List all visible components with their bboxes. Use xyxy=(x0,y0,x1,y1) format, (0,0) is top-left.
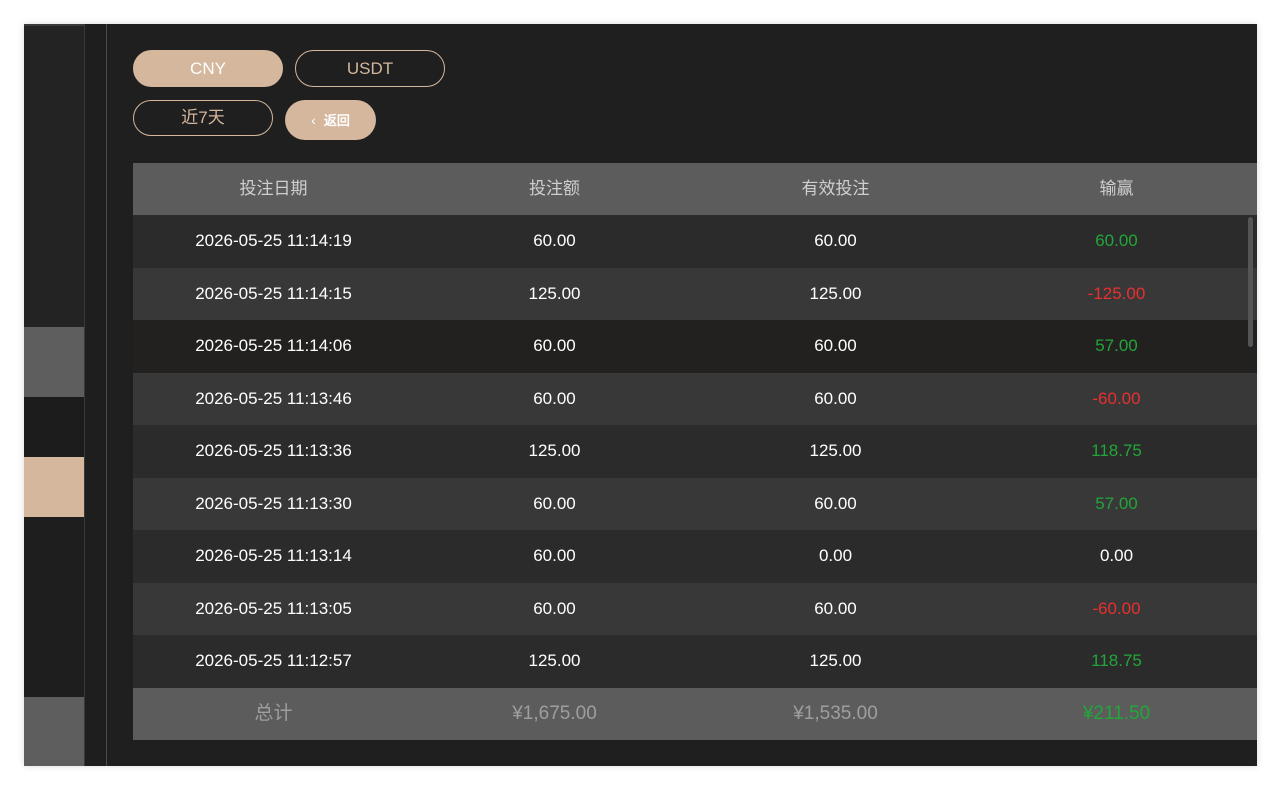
row-date: 2026-05-25 11:14:06 xyxy=(195,336,352,355)
row-winloss: 118.75 xyxy=(1091,651,1142,670)
row-bet: 60.00 xyxy=(533,493,576,513)
totals-bet: ¥1,675.00 xyxy=(512,702,597,724)
row-date: 2026-05-25 11:14:15 xyxy=(195,283,352,303)
totals-valid-bet: ¥1,535.00 xyxy=(793,702,878,724)
row-date: 2026-05-25 11:13:30 xyxy=(195,493,352,513)
row-bet: 60.00 xyxy=(533,336,576,355)
table-row: 2026-05-25 11:13:46 60.00 60.00 -60.00 xyxy=(133,372,1257,425)
sidebar-item[interactable] xyxy=(24,397,84,457)
row-date: 2026-05-25 11:13:05 xyxy=(195,598,352,618)
row-winloss: -60.00 xyxy=(1092,388,1141,408)
date-range-button[interactable]: 近7天 xyxy=(133,100,273,136)
row-date: 2026-05-25 11:14:19 xyxy=(195,231,352,250)
row-date: 2026-05-25 11:12:57 xyxy=(195,651,352,670)
row-bet: 60.00 xyxy=(533,388,576,408)
table-body[interactable]: 2026-05-25 11:14:19 60.00 60.00 60.00 2026-0… xyxy=(133,215,1257,688)
table-row: 2026-05-25 11:13:30 60.00 60.00 57.00 xyxy=(133,477,1257,530)
table-row: 2026-05-25 11:12:57 125.00 125.00 118.75 xyxy=(133,635,1257,688)
panel-divider xyxy=(85,24,107,766)
column-header-winloss: 输赢 xyxy=(1099,179,1134,198)
row-valid-bet: 60.00 xyxy=(814,231,857,250)
row-valid-bet: 60.00 xyxy=(814,493,857,513)
chevron-left-icon: ‹ xyxy=(311,112,316,128)
column-header-valid-bet: 有效投注 xyxy=(801,179,870,198)
row-valid-bet: 60.00 xyxy=(814,598,857,618)
table-scrollbar[interactable] xyxy=(1248,217,1253,347)
row-valid-bet: 60.00 xyxy=(814,388,857,408)
row-date: 2026-05-25 11:13:46 xyxy=(195,388,352,408)
back-button-label: 返回 xyxy=(323,113,350,128)
row-bet: 60.00 xyxy=(533,598,576,618)
row-winloss: -60.00 xyxy=(1092,598,1141,618)
sidebar-section xyxy=(24,517,84,697)
row-winloss: 0.00 xyxy=(1099,546,1134,565)
back-button[interactable]: ‹ 返回 xyxy=(285,100,376,140)
row-bet: 125.00 xyxy=(528,441,581,460)
row-valid-bet: 125.00 xyxy=(809,651,862,670)
row-valid-bet: 60.00 xyxy=(814,336,857,355)
sidebar-item-active[interactable] xyxy=(24,457,84,517)
row-winloss: 57.00 xyxy=(1095,336,1138,355)
sidebar xyxy=(24,24,85,766)
row-date: 2026-05-25 11:13:36 xyxy=(195,441,352,460)
table-row: 2026-05-25 11:13:14 60.00 0.00 0.00 xyxy=(133,530,1257,583)
row-valid-bet: 0.00 xyxy=(818,546,853,565)
row-valid-bet: 125.00 xyxy=(809,283,862,303)
row-valid-bet: 125.00 xyxy=(809,441,862,460)
currency-usdt-button[interactable]: USDT xyxy=(295,50,445,87)
table-row: 2026-05-25 11:14:06 60.00 60.00 57.00 xyxy=(133,320,1257,373)
row-winloss: 57.00 xyxy=(1095,493,1138,513)
app-frame: CNY USDT 近7天 ‹ 返回 投注日期 投注额 有效投注 输赢 2026-0… xyxy=(24,24,1257,766)
table-row: 2026-05-25 11:14:15 125.00 125.00 -125.00 xyxy=(133,267,1257,320)
column-header-date: 投注日期 xyxy=(239,179,308,198)
sidebar-item[interactable] xyxy=(24,327,84,397)
table-footer-totals: 总计 ¥1,675.00 ¥1,535.00 ¥211.50 xyxy=(133,687,1257,740)
sidebar-section xyxy=(24,24,84,327)
table-header: 投注日期 投注额 有效投注 输赢 xyxy=(133,163,1257,215)
row-winloss: 118.75 xyxy=(1091,441,1142,460)
bet-record-table: 投注日期 投注额 有效投注 输赢 2026-05-25 11:14:19 60.0… xyxy=(133,163,1257,740)
row-bet: 60.00 xyxy=(533,231,576,250)
row-winloss: -125.00 xyxy=(1087,283,1146,303)
row-winloss: 60.00 xyxy=(1095,231,1138,250)
row-bet: 60.00 xyxy=(533,546,576,565)
column-header-bet: 投注额 xyxy=(529,179,580,198)
row-bet: 125.00 xyxy=(528,651,581,670)
totals-label: 总计 xyxy=(254,702,293,724)
table-row: 2026-05-25 11:14:19 60.00 60.00 60.00 xyxy=(133,215,1257,268)
row-date: 2026-05-25 11:13:14 xyxy=(195,546,352,565)
currency-cny-button[interactable]: CNY xyxy=(133,50,283,87)
table-row: 2026-05-25 11:13:05 60.00 60.00 -60.00 xyxy=(133,582,1257,635)
row-bet: 125.00 xyxy=(528,283,581,303)
table-row: 2026-05-25 11:13:36 125.00 125.00 118.75 xyxy=(133,425,1257,478)
sidebar-item[interactable] xyxy=(24,697,84,766)
totals-winloss: ¥211.50 xyxy=(1082,702,1151,724)
